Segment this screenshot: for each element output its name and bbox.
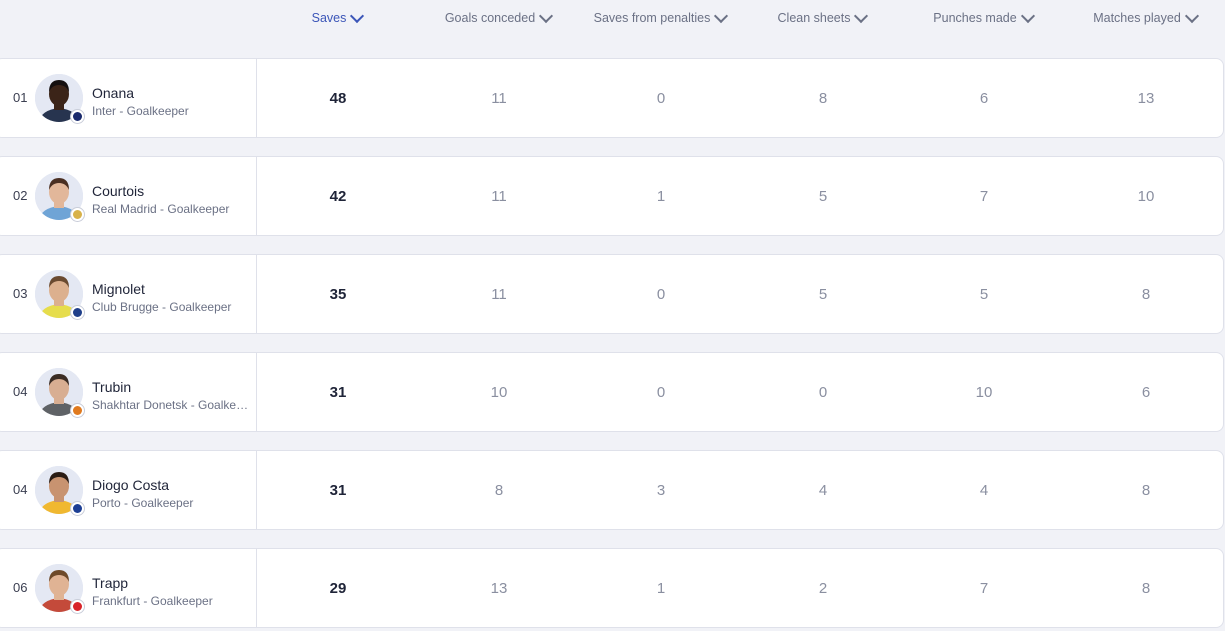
stat-saves: 48 <box>329 89 347 107</box>
chevron-down-icon <box>854 8 869 24</box>
player-cell[interactable]: 03 Mignolet Club Brugge - Goalkeeper <box>0 255 257 333</box>
table-row[interactable]: 04 Trubin Shakhtar Donetsk - Goalkeeper 31 1… <box>0 352 1224 432</box>
column-header-label: Goals conceded <box>444 11 536 25</box>
stats-table-header: Saves Goals conceded Saves from penalties C… <box>0 0 1225 36</box>
stat-punches-made: 5 <box>979 285 989 303</box>
player-avatar <box>35 74 85 124</box>
player-avatar <box>35 172 85 222</box>
stat-matches-played: 10 <box>1137 187 1155 205</box>
stat-clean-sheets: 4 <box>818 481 828 499</box>
stat-clean-sheets: 0 <box>818 383 828 401</box>
stat-punches-made: 4 <box>979 481 989 499</box>
player-avatar <box>35 466 85 516</box>
stat-saves-from-penalties: 3 <box>656 481 666 499</box>
club-badge-icon <box>70 403 85 418</box>
chevron-down-icon <box>714 8 729 24</box>
stat-saves-from-penalties: 0 <box>656 285 666 303</box>
stat-punches-made: 10 <box>975 383 993 401</box>
column-header-saves-from-penalties[interactable]: Saves from penalties <box>580 0 740 36</box>
stat-matches-played: 8 <box>1141 579 1151 597</box>
stat-saves: 35 <box>329 285 347 303</box>
player-team-position: Shakhtar Donetsk - Goalkeeper <box>92 398 250 412</box>
column-header-clean-sheets[interactable]: Clean sheets <box>742 0 902 36</box>
stat-matches-played: 6 <box>1141 383 1151 401</box>
player-rank: 04 <box>13 384 28 399</box>
player-team-position: Inter - Goalkeeper <box>92 104 189 118</box>
player-name[interactable]: Diogo Costa <box>92 477 169 493</box>
stat-goals-conceded: 8 <box>494 481 504 499</box>
chevron-down-icon <box>539 8 554 24</box>
player-rank: 03 <box>13 286 28 301</box>
stat-goals-conceded: 10 <box>490 383 508 401</box>
stat-punches-made: 7 <box>979 187 989 205</box>
stat-saves: 42 <box>329 187 347 205</box>
column-header-label: Saves from penalties <box>593 11 711 25</box>
player-rank: 02 <box>13 188 28 203</box>
stat-goals-conceded: 11 <box>491 89 507 107</box>
player-team-position: Real Madrid - Goalkeeper <box>92 202 230 216</box>
player-rank: 04 <box>13 482 28 497</box>
player-team-position: Porto - Goalkeeper <box>92 496 194 510</box>
stat-matches-played: 13 <box>1137 89 1155 107</box>
column-header-label: Clean sheets <box>777 11 851 25</box>
column-header-matches-played[interactable]: Matches played <box>1065 0 1225 36</box>
club-badge-icon <box>70 599 85 614</box>
chevron-down-icon <box>1020 8 1035 24</box>
player-name[interactable]: Mignolet <box>92 281 145 297</box>
table-row[interactable]: 01 Onana Inter - Goalkeeper 48 11 0 8 6 13 <box>0 58 1224 138</box>
goalkeeper-stats-page: Saves Goals conceded Saves from penalties C… <box>0 0 1225 631</box>
table-row[interactable]: 03 Mignolet Club Brugge - Goalkeeper 35 11 0 5… <box>0 254 1224 334</box>
player-avatar <box>35 564 85 614</box>
table-row[interactable]: 02 Courtois Real Madrid - Goalkeeper 42 11 1 5… <box>0 156 1224 236</box>
stat-saves-from-penalties: 0 <box>656 383 666 401</box>
stat-saves-from-penalties: 0 <box>656 89 666 107</box>
stat-clean-sheets: 2 <box>818 579 828 597</box>
column-header-punches-made[interactable]: Punches made <box>903 0 1063 36</box>
stat-punches-made: 7 <box>979 579 989 597</box>
table-row[interactable]: 06 Trapp Frankfurt - Goalkeeper 29 13 1 2 7 8 <box>0 548 1224 628</box>
stat-saves: 31 <box>329 481 347 499</box>
column-header-label: Saves <box>311 11 347 25</box>
stat-clean-sheets: 5 <box>818 187 828 205</box>
club-badge-icon <box>70 109 85 124</box>
column-header-goals-conceded[interactable]: Goals conceded <box>418 0 578 36</box>
player-name[interactable]: Courtois <box>92 183 144 199</box>
player-name[interactable]: Trapp <box>92 575 128 591</box>
player-cell[interactable]: 04 Trubin Shakhtar Donetsk - Goalkeeper <box>0 353 257 431</box>
player-name[interactable]: Trubin <box>92 379 131 395</box>
stat-clean-sheets: 8 <box>818 89 828 107</box>
player-cell[interactable]: 01 Onana Inter - Goalkeeper <box>0 59 257 137</box>
column-header-label: Punches made <box>933 11 1017 25</box>
player-name[interactable]: Onana <box>92 85 134 101</box>
column-header-saves[interactable]: Saves <box>257 0 417 36</box>
stat-goals-conceded: 13 <box>490 579 508 597</box>
chevron-down-icon <box>1184 8 1199 24</box>
stat-clean-sheets: 5 <box>818 285 828 303</box>
club-badge-icon <box>70 207 85 222</box>
stat-matches-played: 8 <box>1141 285 1151 303</box>
stat-saves-from-penalties: 1 <box>656 187 666 205</box>
player-rank: 06 <box>13 580 28 595</box>
chevron-down-icon <box>350 8 365 24</box>
stat-goals-conceded: 11 <box>491 285 507 303</box>
player-cell[interactable]: 06 Trapp Frankfurt - Goalkeeper <box>0 549 257 627</box>
club-badge-icon <box>70 501 85 516</box>
player-avatar <box>35 368 85 418</box>
table-row[interactable]: 04 Diogo Costa Porto - Goalkeeper 31 8 3 4 4 8 <box>0 450 1224 530</box>
club-badge-icon <box>70 305 85 320</box>
player-cell[interactable]: 02 Courtois Real Madrid - Goalkeeper <box>0 157 257 235</box>
player-rank: 01 <box>13 90 28 105</box>
player-team-position: Frankfurt - Goalkeeper <box>92 594 213 608</box>
stat-punches-made: 6 <box>979 89 989 107</box>
player-team-position: Club Brugge - Goalkeeper <box>92 300 232 314</box>
stat-goals-conceded: 11 <box>491 187 507 205</box>
player-avatar <box>35 270 85 320</box>
stat-saves: 29 <box>329 579 347 597</box>
stat-saves-from-penalties: 1 <box>656 579 666 597</box>
stat-saves: 31 <box>329 383 347 401</box>
stat-matches-played: 8 <box>1141 481 1151 499</box>
column-header-label: Matches played <box>1093 11 1181 25</box>
player-cell[interactable]: 04 Diogo Costa Porto - Goalkeeper <box>0 451 257 529</box>
